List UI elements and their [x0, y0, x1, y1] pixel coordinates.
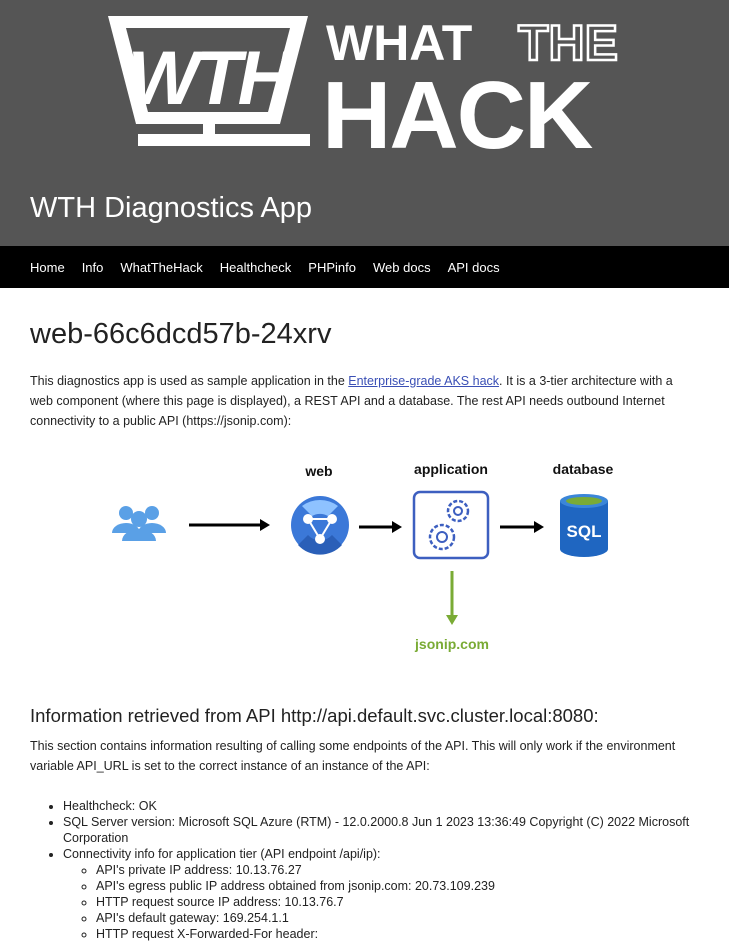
database-label: database [553, 461, 614, 477]
arrow-web-to-application [359, 521, 402, 533]
page-title: web-66c6dcd57b-24xrv [30, 318, 332, 350]
nav-healthcheck[interactable]: Healthcheck [220, 260, 292, 275]
list-item-connectivity: Connectivity info for application tier (… [63, 846, 699, 942]
connectivity-label: Connectivity info for application tier (… [63, 847, 381, 861]
what-the-hack-logo: WTH WHAT THE HACK [108, 14, 618, 152]
app-title: WTH Diagnostics App [30, 192, 313, 224]
logo-hack-text: HACK [322, 62, 593, 152]
api-info-list: Healthcheck: OK SQL Server version: Micr… [30, 798, 699, 942]
logo-wth-text: WTH [127, 36, 294, 121]
list-item-default-gateway: API's default gateway: 169.254.1.1 [96, 910, 699, 926]
jsonip-label: jsonip.com [414, 636, 489, 652]
arrow-application-to-database [500, 521, 544, 533]
list-item-healthcheck: Healthcheck: OK [63, 798, 699, 814]
page-header: WTH WHAT THE HACK WTH Diagnostics App [0, 0, 729, 246]
list-item-sql-version: SQL Server version: Microsoft SQL Azure … [63, 814, 699, 846]
sql-text: SQL [567, 522, 602, 541]
users-icon [112, 506, 166, 541]
application-label: application [414, 461, 488, 477]
nav-info[interactable]: Info [82, 260, 104, 275]
top-nav: Home Info WhatTheHack Healthcheck PHPinf… [0, 246, 729, 288]
api-section-heading: Information retrieved from API http://ap… [30, 705, 599, 726]
connectivity-sub-list: API's private IP address: 10.13.76.27 AP… [63, 862, 699, 942]
api-section-description: This section contains information result… [30, 739, 676, 773]
enterprise-aks-hack-link[interactable]: Enterprise-grade AKS hack [348, 374, 499, 388]
list-item-egress-ip: API's egress public IP address obtained … [96, 878, 699, 894]
main-content: web-66c6dcd57b-24xrv This diagnostics ap… [0, 318, 729, 942]
sql-database-icon: SQL [560, 494, 608, 557]
nav-phpinfo[interactable]: PHPinfo [308, 260, 356, 275]
list-item-x-forwarded-for: HTTP request X-Forwarded-For header: [96, 926, 699, 942]
web-label: web [304, 463, 332, 479]
application-gears-icon [412, 490, 490, 560]
intro-prefix: This diagnostics app is used as sample a… [30, 374, 349, 388]
architecture-diagram: web application database SQL jsonip.com [30, 449, 699, 699]
list-item-private-ip: API's private IP address: 10.13.76.27 [96, 862, 699, 878]
nav-whatthehack[interactable]: WhatTheHack [120, 260, 202, 275]
nav-home[interactable]: Home [30, 260, 65, 275]
list-item-source-ip: HTTP request source IP address: 10.13.76… [96, 894, 699, 910]
arrow-application-to-jsonip [446, 571, 458, 625]
arrow-users-to-web [189, 519, 270, 531]
nav-web-docs[interactable]: Web docs [373, 260, 431, 275]
nav-api-docs[interactable]: API docs [448, 260, 500, 275]
intro-paragraph: This diagnostics app is used as sample a… [30, 371, 699, 431]
web-app-icon [291, 496, 349, 555]
